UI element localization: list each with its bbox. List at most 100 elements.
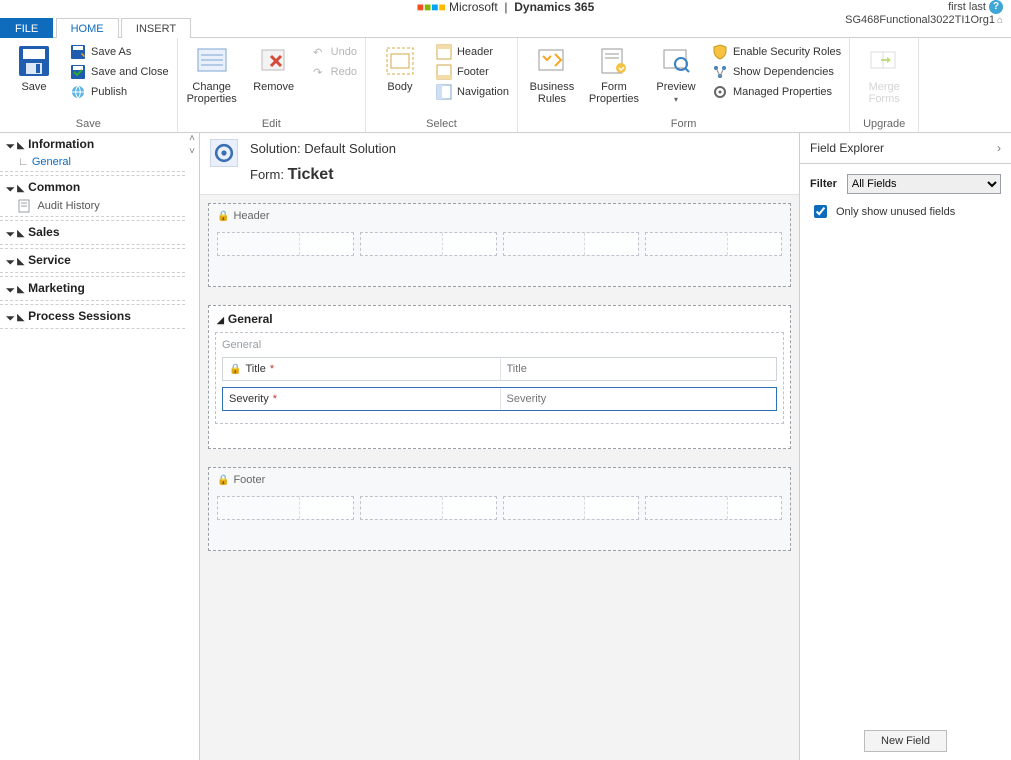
field-explorer-title: Field Explorer xyxy=(810,141,884,155)
group-edit-label: Edit xyxy=(186,116,357,130)
ribbon: Save Save As Save and Close Publish Save xyxy=(0,38,1011,133)
save-button[interactable]: Save xyxy=(8,42,60,93)
chevron-right-icon[interactable]: › xyxy=(997,141,1001,155)
nav-section-service[interactable]: ◣Service xyxy=(0,249,185,269)
title-label: Title xyxy=(245,363,265,375)
footer-slot-3[interactable] xyxy=(503,496,640,520)
lock-icon: 🔒 xyxy=(217,211,229,222)
nav-section-sales[interactable]: ◣Sales xyxy=(0,221,185,241)
required-indicator: * xyxy=(273,393,277,405)
header-button[interactable]: Header xyxy=(436,44,509,60)
publish-label: Publish xyxy=(91,86,127,98)
business-rules-button[interactable]: Business Rules xyxy=(526,42,578,105)
field-severity[interactable]: Severity * xyxy=(222,387,777,411)
nav-section-process[interactable]: ◣Process Sessions xyxy=(0,305,185,325)
preview-icon xyxy=(659,44,693,78)
form-properties-button[interactable]: Form Properties xyxy=(588,42,640,105)
footer-slot-1[interactable] xyxy=(217,496,354,520)
navigation-button[interactable]: Navigation xyxy=(436,84,509,100)
navigation-icon xyxy=(436,84,452,100)
field-title[interactable]: 🔒 Title * xyxy=(222,357,777,381)
tab-insert[interactable]: INSERT xyxy=(121,18,191,38)
redo-icon: ↷ xyxy=(310,64,326,80)
form-type-icon xyxy=(210,139,238,167)
save-as-label: Save As xyxy=(91,46,131,58)
form-line: Form: Ticket xyxy=(250,166,396,184)
ribbon-group-upgrade: Merge Forms Upgrade xyxy=(850,38,919,132)
change-properties-button[interactable]: Change Properties xyxy=(186,42,238,105)
enable-security-button[interactable]: Enable Security Roles xyxy=(712,44,841,60)
remove-button[interactable]: Remove xyxy=(248,42,300,93)
form-properties-icon xyxy=(597,44,631,78)
undo-icon: ↶ xyxy=(310,44,326,60)
undo-button[interactable]: ↶Undo xyxy=(310,44,357,60)
form-section-header[interactable]: 🔒 Header xyxy=(208,203,791,287)
required-indicator: * xyxy=(270,363,274,375)
form-props-label: Form Properties xyxy=(588,81,640,105)
header-slot-3[interactable] xyxy=(503,232,640,256)
solution-line: Solution: Default Solution xyxy=(250,141,396,156)
nav-item-general[interactable]: ∟ General xyxy=(0,153,185,172)
filter-select[interactable]: All Fields xyxy=(847,174,1001,194)
tab-file[interactable]: FILE xyxy=(0,18,53,38)
document-icon xyxy=(18,199,30,213)
change-props-label: Change Properties xyxy=(186,81,238,105)
scroll-up-icon[interactable]: ˄ xyxy=(189,133,195,144)
merge-forms-button[interactable]: Merge Forms xyxy=(858,42,910,105)
footer-slot-4[interactable] xyxy=(645,496,782,520)
show-dependencies-button[interactable]: Show Dependencies xyxy=(712,64,841,80)
general-section-header[interactable]: ◢General xyxy=(215,312,784,332)
body-icon xyxy=(383,44,417,78)
lock-icon: 🔒 xyxy=(229,364,241,375)
preview-button[interactable]: Preview▾ xyxy=(650,42,702,106)
merge-forms-label: Merge Forms xyxy=(858,81,910,105)
section-footer-label: Footer xyxy=(233,474,265,486)
title-input[interactable] xyxy=(501,358,777,380)
properties-icon xyxy=(195,44,229,78)
tab-home[interactable]: HOME xyxy=(56,18,119,38)
save-as-icon xyxy=(70,44,86,60)
ribbon-group-form: Business Rules Form Properties Preview▾ … xyxy=(518,38,850,132)
nav-section-marketing[interactable]: ◣Marketing xyxy=(0,277,185,297)
redo-button[interactable]: ↷Redo xyxy=(310,64,357,80)
publish-button[interactable]: Publish xyxy=(70,84,169,100)
home-icon[interactable]: ⌂ xyxy=(997,15,1003,26)
dependencies-icon xyxy=(712,64,728,80)
save-close-icon xyxy=(70,64,86,80)
nav-section-common[interactable]: ◣Common xyxy=(0,176,185,196)
header-slot-2[interactable] xyxy=(360,232,497,256)
ribbon-group-edit: Change Properties Remove ↶Undo ↷Redo Edi… xyxy=(178,38,366,132)
publish-icon xyxy=(70,84,86,100)
leftnav-scrollbar[interactable]: ˄ ˅ xyxy=(185,133,199,760)
body-button[interactable]: Body xyxy=(374,42,426,93)
general-subgroup: General 🔒Title* Severity* xyxy=(215,332,784,424)
severity-label: Severity xyxy=(229,393,269,405)
user-name: first last xyxy=(948,1,986,13)
footer-slot-2[interactable] xyxy=(360,496,497,520)
field-explorer-header[interactable]: Field Explorer › xyxy=(800,133,1011,164)
nav-item-audit-history[interactable]: Audit History xyxy=(0,196,185,217)
brand-bar: ■■■■ Microsoft | Dynamics 365 first last… xyxy=(0,0,1011,18)
scroll-down-icon[interactable]: ˅ xyxy=(189,146,195,157)
remove-icon xyxy=(257,44,291,78)
merge-forms-icon xyxy=(867,44,901,78)
header-slot-4[interactable] xyxy=(645,232,782,256)
nav-section-information[interactable]: ◣Information xyxy=(0,133,185,153)
section-header-label: Header xyxy=(233,210,269,222)
save-close-button[interactable]: Save and Close xyxy=(70,64,169,80)
form-section-general[interactable]: ◢General General 🔒Title* Severity* xyxy=(208,305,791,449)
severity-input[interactable] xyxy=(501,388,777,410)
form-section-footer[interactable]: 🔒Footer xyxy=(208,467,791,551)
only-unused-checkbox[interactable] xyxy=(814,205,827,218)
brand-company: Microsoft xyxy=(449,0,498,14)
only-unused-row[interactable]: Only show unused fields xyxy=(810,202,1001,221)
field-explorer-panel: Field Explorer › Filter All Fields Only … xyxy=(799,133,1011,760)
header-slot-1[interactable] xyxy=(217,232,354,256)
help-icon[interactable]: ? xyxy=(989,0,1003,14)
save-as-button[interactable]: Save As xyxy=(70,44,169,60)
managed-properties-button[interactable]: Managed Properties xyxy=(712,84,841,100)
footer-button[interactable]: Footer xyxy=(436,64,509,80)
brand-product: Dynamics 365 xyxy=(514,0,594,14)
new-field-button[interactable]: New Field xyxy=(864,730,947,752)
biz-rules-label: Business Rules xyxy=(526,81,578,105)
